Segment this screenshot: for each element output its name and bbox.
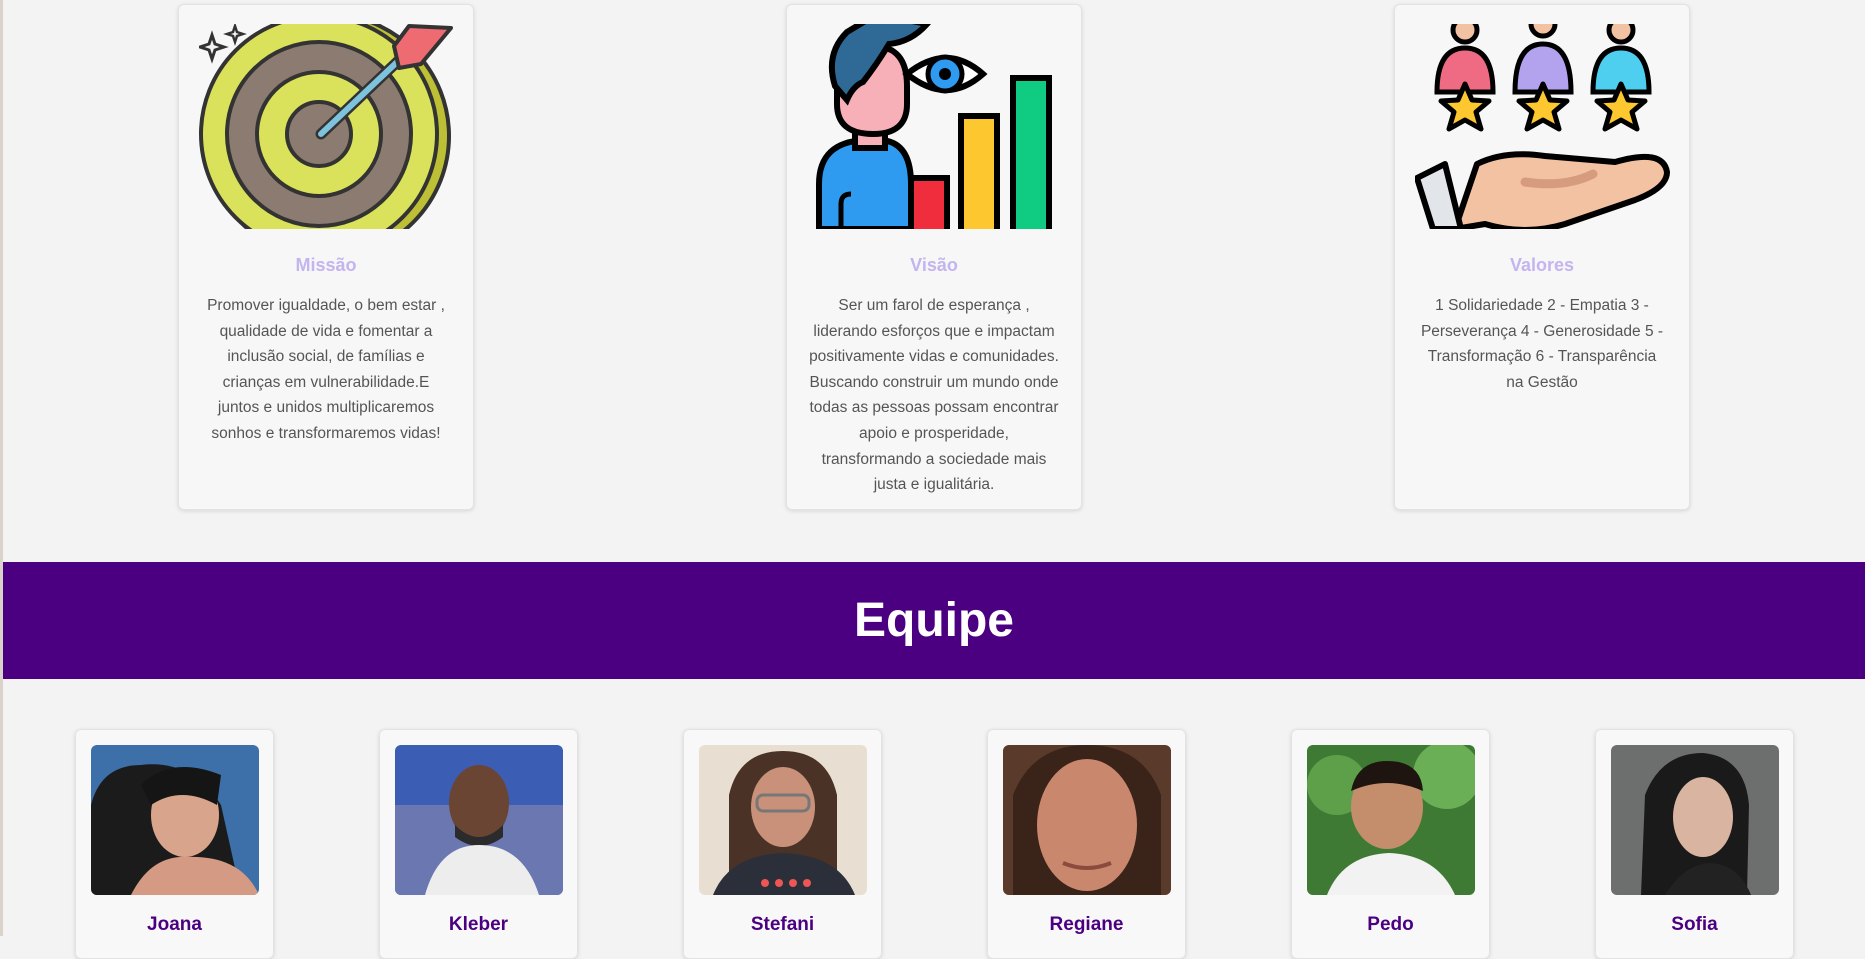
team-member-card: Regiane bbox=[987, 729, 1186, 959]
member-name: Stefani bbox=[750, 914, 815, 935]
member-name: Joana bbox=[147, 914, 202, 935]
team-heading: Equipe bbox=[853, 594, 1014, 647]
vision-title: Visão bbox=[910, 255, 958, 275]
values-title: Valores bbox=[1509, 255, 1575, 275]
member-photo bbox=[1611, 745, 1779, 895]
target-icon bbox=[199, 24, 455, 229]
team-member-card: Stefani bbox=[683, 729, 882, 959]
page-edge bbox=[0, 0, 3, 936]
member-photo bbox=[1307, 745, 1475, 895]
mission-card: Missão Promover igualdade, o bem estar ,… bbox=[178, 4, 474, 510]
vision-card: Visão Ser um farol de esperança , lidera… bbox=[786, 4, 1082, 510]
team-member-card: Kleber bbox=[379, 729, 578, 959]
hand-people-stars-icon bbox=[1415, 24, 1671, 229]
team-banner: Equipe bbox=[3, 562, 1865, 679]
values-card: Valores 1 Solidariedade 2 - Empatia 3 - … bbox=[1394, 4, 1690, 510]
vision-text: Ser um farol de esperança , liderando es… bbox=[809, 297, 1059, 494]
mission-text: Promover igualdade, o bem estar , qualid… bbox=[207, 297, 445, 442]
team-member-card: Joana bbox=[75, 729, 274, 959]
member-photo bbox=[1003, 745, 1171, 895]
member-photo bbox=[699, 745, 867, 895]
member-name: Sofia bbox=[1671, 914, 1718, 935]
values-text: 1 Solidariedade 2 - Empatia 3 - Persever… bbox=[1420, 297, 1664, 391]
member-photo bbox=[91, 745, 259, 895]
member-name: Kleber bbox=[448, 914, 509, 935]
member-name: Pedo bbox=[1367, 914, 1414, 935]
vision-growth-icon bbox=[807, 24, 1063, 229]
member-photo bbox=[395, 745, 563, 895]
team-member-card: Sofia bbox=[1595, 729, 1794, 959]
team-member-card: Pedo bbox=[1291, 729, 1490, 959]
mission-title: Missão bbox=[295, 255, 357, 275]
member-name: Regiane bbox=[1049, 914, 1124, 935]
